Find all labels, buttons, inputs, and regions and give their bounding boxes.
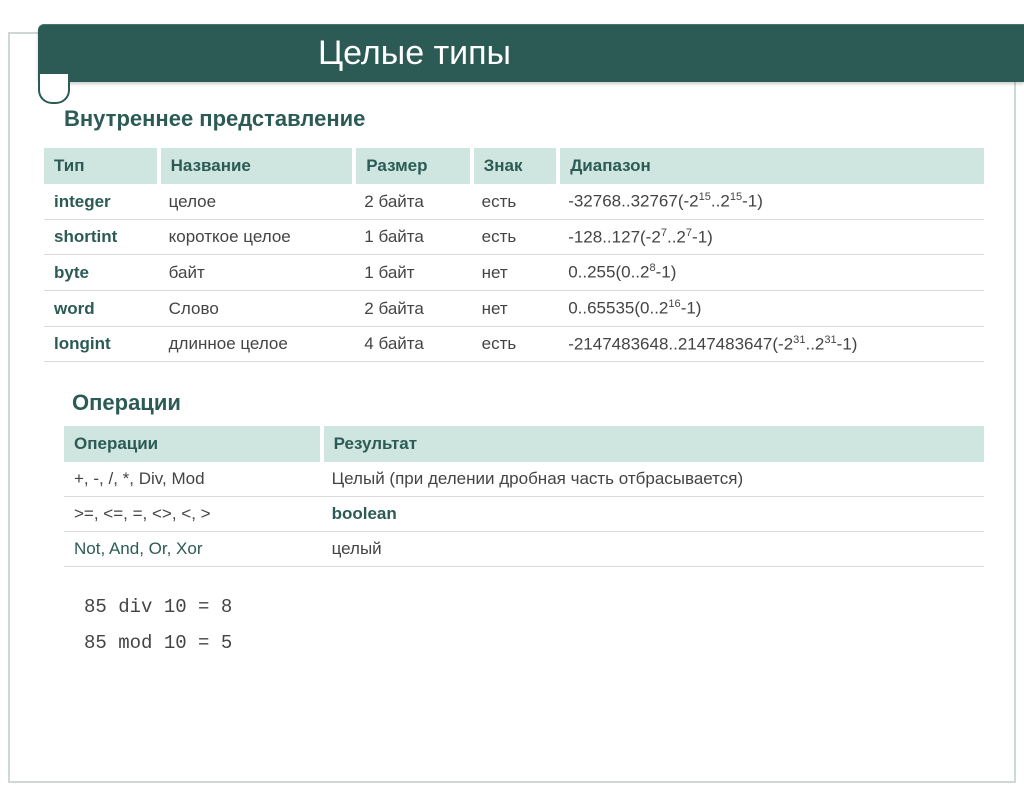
- header-notch: [38, 74, 70, 104]
- slide-frame: [8, 32, 1016, 783]
- slide-title: Целые типы: [318, 34, 511, 73]
- header-wrap: Целые типы: [0, 24, 1024, 82]
- header-bar: Целые типы: [38, 24, 1024, 82]
